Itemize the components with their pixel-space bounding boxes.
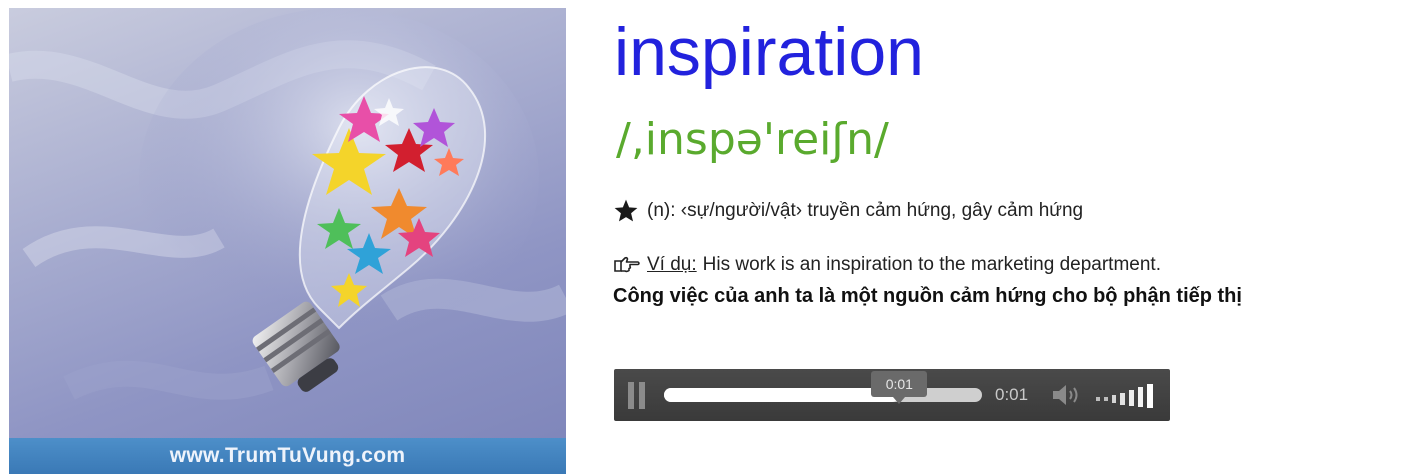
audio-player: 0:01 0:01: [614, 369, 1170, 421]
example-label: Ví dụ:: [647, 254, 697, 275]
flashcard-page: www.TrumTuVung.com inspiration /,inspə'r…: [0, 0, 1409, 474]
speaker-icon[interactable]: [1051, 383, 1085, 407]
phonetic-transcription: /,inspə'reiʃn/: [616, 114, 889, 165]
example-row: Ví dụ: His work is an inspiration to the…: [613, 254, 1161, 276]
example-sentence: His work is an inspiration to the market…: [702, 254, 1161, 275]
website-caption: www.TrumTuVung.com: [169, 444, 406, 467]
lightbulb-illustration: [9, 8, 566, 400]
star-icon: [614, 199, 638, 222]
pointing-hand-icon: [614, 256, 640, 273]
seek-bar[interactable]: 0:01: [664, 371, 982, 404]
illustration-card: www.TrumTuVung.com: [9, 8, 566, 474]
seek-bar-progress: [664, 388, 900, 402]
definition-text: (n): ‹sự/người/vật› truyền cảm hứng, gây…: [647, 200, 1084, 221]
caption-bar: www.TrumTuVung.com: [9, 438, 566, 474]
current-time: 0:01: [995, 385, 1029, 404]
pause-icon-bar: [639, 382, 645, 409]
seek-time-tooltip: 0:01: [871, 371, 928, 404]
vocabulary-word: inspiration: [614, 14, 924, 90]
example-translation: Công việc của anh ta là một nguồn cảm hứ…: [613, 285, 1242, 307]
volume-slider[interactable]: [1094, 381, 1158, 409]
pause-button[interactable]: [628, 382, 650, 409]
pause-icon: [628, 382, 634, 409]
definition-row: (n): ‹sự/người/vật› truyền cảm hứng, gây…: [613, 198, 1083, 224]
